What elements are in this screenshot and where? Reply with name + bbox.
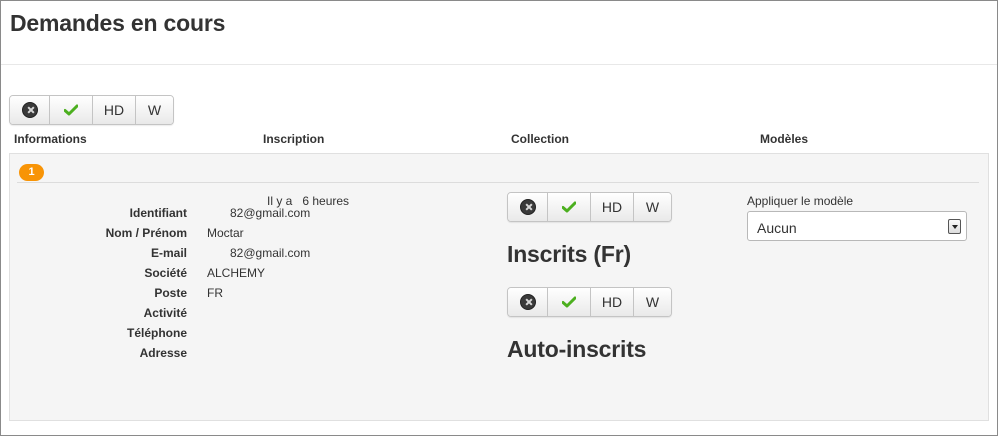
check-icon [562, 201, 576, 213]
page-title: Demandes en cours [10, 10, 226, 36]
collection-reject-button[interactable] [508, 288, 548, 316]
field-value-societe: ALCHEMY [207, 266, 266, 280]
accept-all-button[interactable] [50, 96, 93, 124]
inscription-time-value: 6 heures [302, 194, 350, 208]
column-header-collection: Collection [511, 132, 570, 146]
model-select-value: Aucun [757, 220, 797, 236]
column-header-inscription: Inscription [263, 132, 325, 146]
field-label-poste: Poste [154, 286, 187, 300]
check-icon [64, 104, 78, 116]
collection-w-button[interactable]: W [634, 288, 671, 316]
field-label-activite: Activité [143, 306, 187, 320]
w-button[interactable]: W [136, 96, 173, 124]
column-header-modeles: Modèles [760, 132, 809, 146]
collection-w-button[interactable]: W [634, 193, 671, 221]
field-value-poste: FR [207, 286, 223, 300]
model-select[interactable]: Aucun [747, 211, 967, 241]
chevron-down-icon[interactable] [948, 219, 961, 234]
inscription-time: Il y a 6 heures [267, 194, 349, 208]
collection-title-inscrits: Inscrits (Fr) [507, 241, 631, 267]
inscription-time-prefix: Il y a [267, 194, 293, 208]
collection-title-auto-inscrits: Auto-inscrits [507, 336, 647, 362]
panel-divider [17, 182, 979, 183]
collection-accept-button[interactable] [548, 193, 591, 221]
cancel-icon [21, 102, 38, 118]
field-label-email: E-mail [150, 246, 187, 260]
title-divider [1, 64, 997, 65]
collection-accept-button[interactable] [548, 288, 591, 316]
bulk-actions-toolbar: HD W [9, 95, 174, 125]
field-label-nom: Nom / Prénom [105, 226, 187, 240]
cancel-icon [519, 199, 536, 215]
field-label-telephone: Téléphone [126, 326, 187, 340]
cancel-icon [519, 294, 536, 310]
field-value-email: 82@gmail.com [230, 246, 311, 260]
hd-button[interactable]: HD [93, 96, 136, 124]
reject-all-button[interactable] [10, 96, 50, 124]
collection-actions-inscrits: HD W [507, 192, 672, 222]
field-value-nom: Moctar [207, 226, 244, 240]
collection-reject-button[interactable] [508, 193, 548, 221]
column-header-informations: Informations [14, 132, 87, 146]
check-icon [562, 296, 576, 308]
collection-hd-button[interactable]: HD [591, 193, 634, 221]
field-label-identifiant: Identifiant [129, 206, 187, 220]
field-value-identifiant: 82@gmail.com [230, 206, 311, 220]
field-label-societe: Société [144, 266, 187, 280]
request-number-badge: 1 [19, 164, 44, 181]
field-label-adresse: Adresse [139, 346, 187, 360]
collection-actions-auto-inscrits: HD W [507, 287, 672, 317]
model-select-label: Appliquer le modèle [747, 194, 854, 208]
collection-hd-button[interactable]: HD [591, 288, 634, 316]
